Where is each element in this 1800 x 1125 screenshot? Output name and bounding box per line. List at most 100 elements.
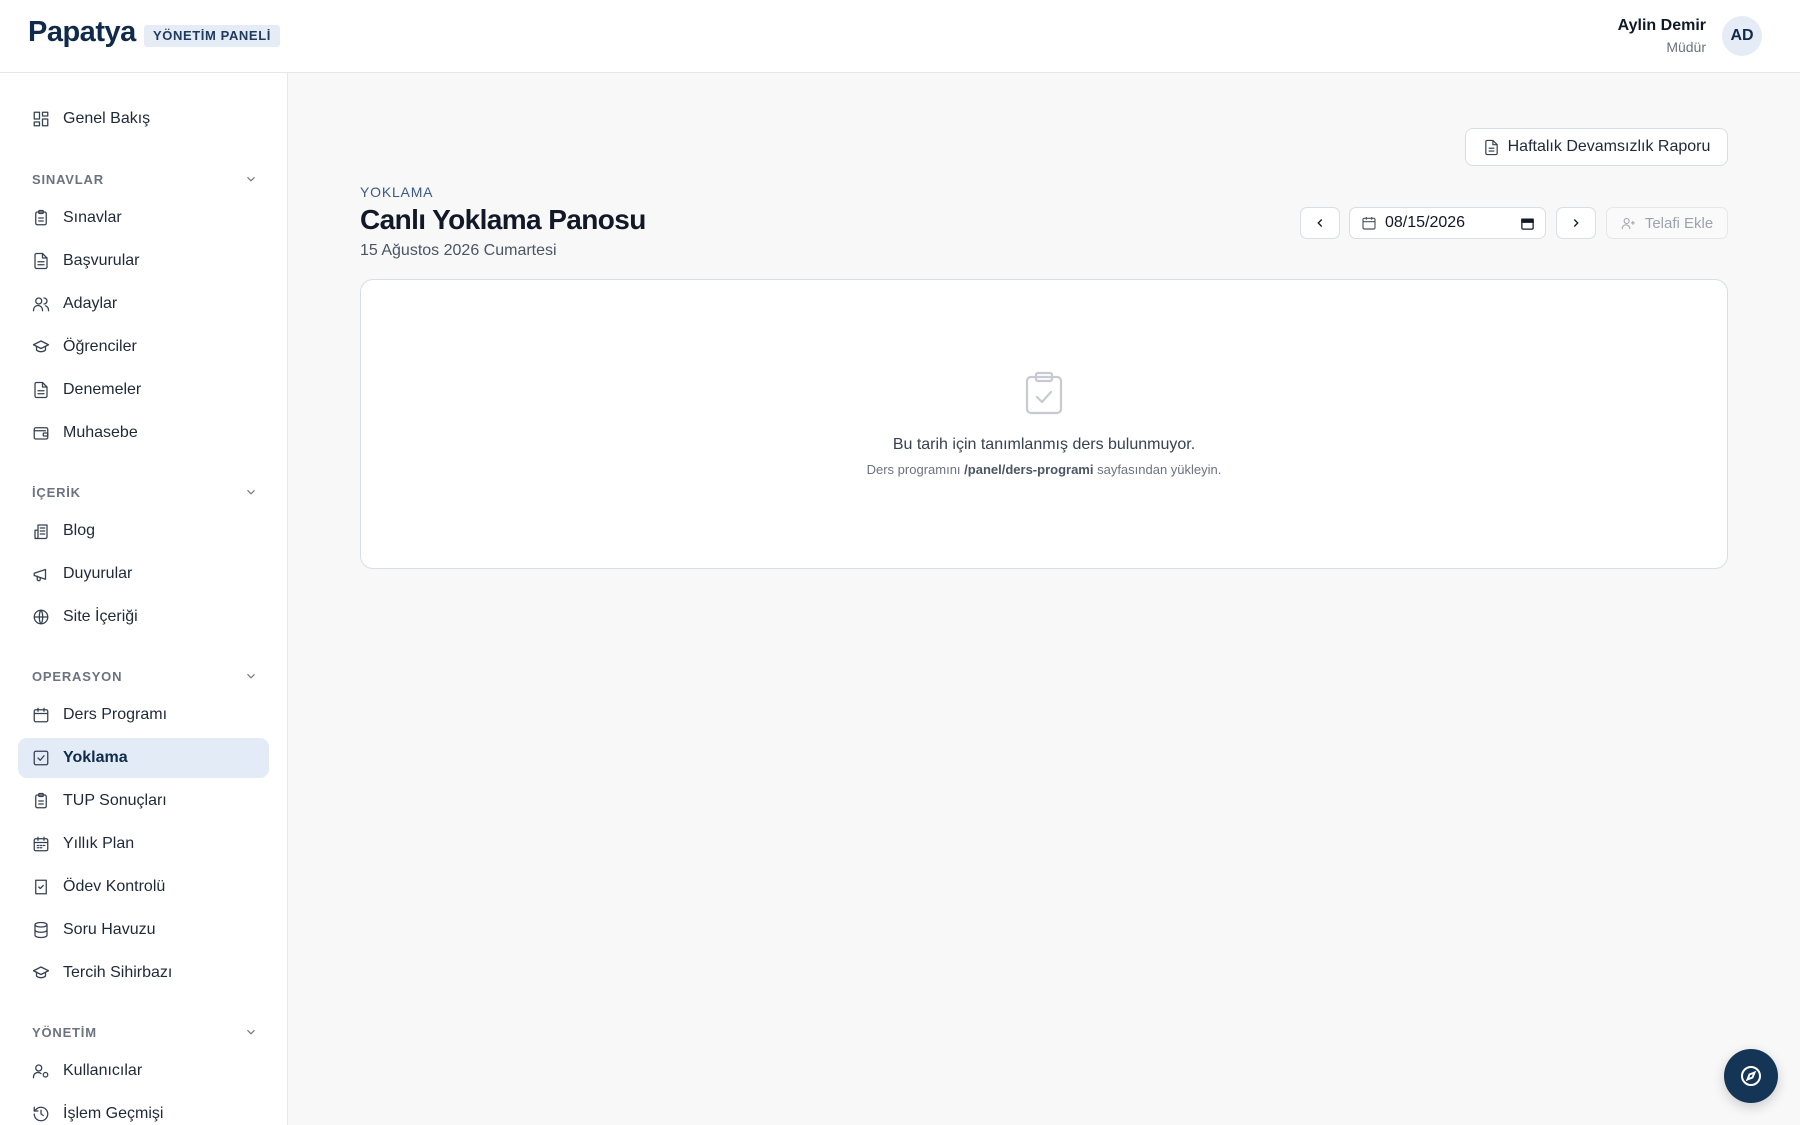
sidebar-item-odev-kontrolu[interactable]: Ödev Kontrolü: [18, 867, 269, 907]
wallet-icon: [32, 424, 50, 442]
section-yonetim[interactable]: YÖNETİM: [32, 1022, 258, 1042]
section-title: İÇERİK: [32, 484, 81, 500]
sidebar-item-duyurular[interactable]: Duyurular: [18, 554, 269, 594]
sidebar-item-denemeler[interactable]: Denemeler: [18, 370, 269, 410]
grid-icon: [32, 110, 50, 128]
chevron-down-icon: [247, 176, 255, 182]
sidebar-item-label: Site İçeriği: [63, 608, 138, 625]
user-plus-icon: [1621, 217, 1635, 229]
admin-panel-badge: YÖNETİM PANELİ: [144, 25, 280, 47]
sidebar: Genel Bakış SINAVLAR Sınavlar Başvurular…: [0, 73, 288, 1125]
add-makeup-button[interactable]: Telafi Ekle: [1606, 207, 1728, 239]
sidebar-item-label: Tercih Sihirbazı: [63, 964, 173, 981]
users-icon: [32, 295, 50, 313]
file-icon: [32, 381, 50, 399]
date-picker[interactable]: [1349, 207, 1546, 239]
page-date-subtitle: 15 Ağustos 2026 Cumartesi: [360, 242, 557, 259]
user-role: Müdür: [1666, 39, 1706, 55]
sidebar-item-ders-programi[interactable]: Ders Programı: [18, 695, 269, 735]
sidebar-item-label: Başvurular: [63, 252, 140, 269]
sidebar-item-tup-sonuclari[interactable]: TUP Sonuçları: [18, 781, 269, 821]
section-icerik[interactable]: İÇERİK: [32, 482, 258, 502]
newspaper-icon: [32, 522, 50, 540]
sidebar-item-tercih-sihirbazi[interactable]: Tercih Sihirbazı: [18, 953, 269, 993]
empty-desc-suffix: sayfasından yükleyin.: [1097, 462, 1222, 477]
section-sinavlar[interactable]: SINAVLAR: [32, 169, 258, 189]
empty-state-description: Ders programını /panel/ders-programi say…: [361, 462, 1727, 477]
previous-day-button[interactable]: [1300, 207, 1340, 239]
sidebar-item-genel-bakis[interactable]: Genel Bakış: [18, 99, 269, 139]
graduation-cap-icon: [32, 964, 50, 982]
history-icon: [32, 1105, 50, 1123]
sidebar-item-yillik-plan[interactable]: Yıllık Plan: [18, 824, 269, 864]
sidebar-item-label: Ders Programı: [63, 706, 168, 723]
add-makeup-label: Telafi Ekle: [1644, 214, 1714, 232]
sidebar-item-label: Ödev Kontrolü: [63, 878, 166, 895]
globe-icon: [32, 608, 50, 626]
brand-logo[interactable]: Papatya: [28, 16, 136, 49]
sidebar-item-label: Soru Havuzu: [63, 921, 156, 938]
file-icon: [1484, 139, 1498, 155]
next-day-button[interactable]: [1556, 207, 1596, 239]
sidebar-item-soru-havuzu[interactable]: Soru Havuzu: [18, 910, 269, 950]
sidebar-item-label: Kullanıcılar: [63, 1062, 143, 1079]
check-square-icon: [32, 749, 50, 767]
sidebar-item-label: Blog: [63, 522, 96, 539]
page-eyebrow: YOKLAMA: [360, 184, 434, 200]
compass-fab-button[interactable]: [1724, 1049, 1778, 1103]
section-title: SINAVLAR: [32, 171, 104, 187]
chevron-down-icon: [247, 673, 255, 679]
empty-state-title: Bu tarih için tanımlanmış ders bulunmuyo…: [892, 436, 1196, 453]
date-input[interactable]: [1385, 214, 1505, 232]
sidebar-item-label: Muhasebe: [63, 424, 138, 441]
sidebar-item-basvurular[interactable]: Başvurular: [18, 241, 269, 281]
chevron-down-icon: [247, 1029, 255, 1035]
chevron-down-icon: [247, 489, 255, 495]
compass-icon: [1741, 1066, 1761, 1086]
sidebar-item-yoklama[interactable]: Yoklama: [18, 738, 269, 778]
section-title: YÖNETİM: [32, 1024, 97, 1040]
calendar-days-icon: [32, 835, 50, 853]
sidebar-item-label: Genel Bakış: [63, 110, 151, 127]
database-icon: [32, 921, 50, 939]
megaphone-icon: [32, 565, 50, 583]
page-title: Canlı Yoklama Panosu: [360, 204, 646, 235]
avatar[interactable]: AD: [1722, 16, 1762, 56]
sidebar-item-blog[interactable]: Blog: [18, 511, 269, 551]
sidebar-item-ogrenciler[interactable]: Öğrenciler: [18, 327, 269, 367]
sidebar-item-sinavlar[interactable]: Sınavlar: [18, 198, 269, 238]
empty-state-card: Bu tarih için tanımlanmış ders bulunmuyo…: [360, 279, 1728, 569]
sidebar-item-label: Adaylar: [63, 295, 118, 312]
section-title: OPERASYON: [32, 668, 123, 684]
sidebar-item-label: Denemeler: [63, 381, 142, 398]
sidebar-item-label: Öğrenciler: [63, 338, 137, 355]
book-check-icon: [32, 878, 50, 896]
sidebar-item-label: Duyurular: [63, 565, 133, 582]
user-info[interactable]: Aylin Demir Müdür: [1618, 17, 1706, 55]
sidebar-item-label: Yoklama: [63, 749, 128, 766]
sidebar-item-label: TUP Sonuçları: [63, 792, 167, 809]
sidebar-item-label: Sınavlar: [63, 209, 122, 226]
file-icon: [32, 252, 50, 270]
weekly-absence-report-button[interactable]: Haftalık Devamsızlık Raporu: [1465, 128, 1728, 166]
sidebar-item-islem-gecmisi[interactable]: İşlem Geçmişi: [18, 1094, 269, 1125]
schedule-path: /panel/ders-programi: [964, 462, 1094, 477]
chevron-right-icon: [1573, 219, 1579, 227]
user-name: Aylin Demir: [1617, 17, 1706, 34]
calendar-icon: [32, 706, 50, 724]
clipboard-icon: [32, 209, 50, 227]
calendar-picker-icon[interactable]: [1520, 216, 1535, 231]
calendar-icon: [1362, 217, 1376, 230]
sidebar-item-site-icerigi[interactable]: Site İçeriği: [18, 597, 269, 637]
sidebar-item-muhasebe[interactable]: Muhasebe: [18, 413, 269, 453]
chevron-left-icon: [1317, 219, 1323, 227]
report-button-label: Haftalık Devamsızlık Raporu: [1507, 138, 1711, 155]
top-bar: Papatya YÖNETİM PANELİ Aylin Demir Müdür…: [0, 0, 1800, 73]
sidebar-item-adaylar[interactable]: Adaylar: [18, 284, 269, 324]
section-operasyon[interactable]: OPERASYON: [32, 666, 258, 686]
sidebar-item-label: İşlem Geçmişi: [63, 1105, 164, 1122]
empty-desc-prefix: Ders programını: [866, 462, 961, 477]
clipboard-check-icon: [1024, 371, 1064, 415]
sidebar-item-kullanicilar[interactable]: Kullanıcılar: [18, 1051, 269, 1091]
user-cog-icon: [32, 1062, 50, 1080]
